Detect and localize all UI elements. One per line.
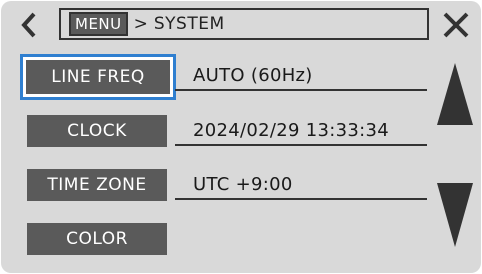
close-icon — [443, 12, 469, 38]
time-zone-label: TIME ZONE — [47, 175, 147, 195]
system-screen: MENU > SYSTEM LINE FREQ AUTO (60Hz) CLOC… — [1, 1, 481, 273]
back-button[interactable] — [15, 10, 45, 40]
scroll-down-button[interactable] — [435, 181, 475, 249]
chevron-left-icon — [21, 12, 36, 38]
triangle-up-icon — [437, 63, 473, 125]
line-freq-value: AUTO (60Hz) — [175, 61, 427, 91]
line-freq-button-face: LINE FREQ — [26, 60, 170, 94]
clock-label: CLOCK — [67, 121, 127, 141]
scroll-up-button[interactable] — [435, 61, 475, 127]
clock-value: 2024/02/29 13:33:34 — [175, 116, 427, 146]
line-freq-label: LINE FREQ — [51, 67, 145, 87]
breadcrumb-menu-link[interactable]: MENU — [69, 12, 128, 36]
color-button[interactable]: COLOR — [27, 223, 167, 255]
time-zone-value: UTC +9:00 — [175, 170, 427, 200]
line-freq-button[interactable]: LINE FREQ — [20, 54, 176, 100]
breadcrumb: MENU > SYSTEM — [59, 8, 429, 40]
breadcrumb-separator: > — [133, 14, 148, 34]
close-button[interactable] — [441, 10, 471, 40]
color-label: COLOR — [66, 229, 128, 249]
triangle-down-icon — [437, 183, 473, 247]
time-zone-button[interactable]: TIME ZONE — [27, 169, 167, 201]
breadcrumb-current-page: SYSTEM — [153, 14, 225, 34]
clock-button[interactable]: CLOCK — [27, 115, 167, 147]
